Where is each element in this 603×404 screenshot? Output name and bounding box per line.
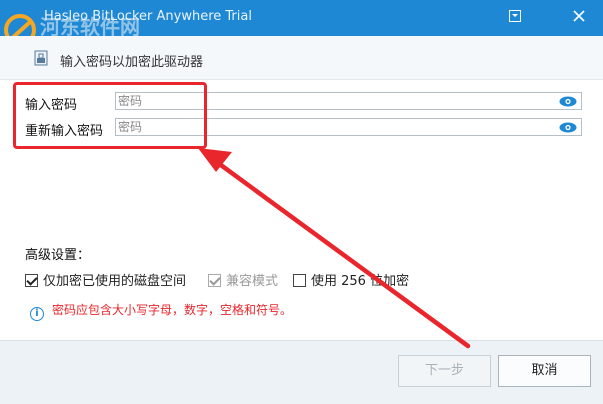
footer-bar: 下一步 取消 [0,340,603,404]
title-bar: Hasleo BitLocker Anywhere Trial [0,0,603,36]
show-password-eye-icon[interactable] [559,96,577,107]
option-compatible-mode: 兼容模式 [208,270,278,289]
annotation-highlight-box [13,82,207,149]
option-encrypt-used-space[interactable]: 仅加密已使用的磁盘空间 [25,270,186,289]
info-icon: i [30,307,44,321]
menu-button[interactable] [502,6,528,28]
close-button[interactable] [566,6,592,28]
option-256-bit[interactable]: 使用 256 位加密 [293,270,409,289]
compatible-mode-checkbox [208,274,221,287]
password-hint-text: 密码应包含大小写字母，数字，空格和符号。 [52,303,293,317]
next-button[interactable]: 下一步 [398,355,491,387]
use-256-bit-label: 使用 256 位加密 [311,274,410,289]
menu-dropdown-icon [509,10,521,22]
encrypt-used-space-checkbox[interactable] [25,274,38,287]
password-hint: i 密码应包含大小写字母，数字，空格和符号。 [30,301,292,321]
drive-lock-icon [34,50,48,66]
encrypt-used-space-label: 仅加密已使用的磁盘空间 [43,274,187,289]
show-confirm-password-eye-icon[interactable] [559,122,577,133]
compatible-mode-label: 兼容模式 [226,274,279,289]
use-256-bit-checkbox[interactable] [293,274,306,287]
header-text: 输入密码以加密此驱动器 [60,55,204,70]
page-header: 输入密码以加密此驱动器 [0,36,603,80]
cancel-button[interactable]: 取消 [498,355,591,387]
advanced-settings-title: 高级设置： [25,248,91,263]
close-icon [573,10,585,22]
window-title: Hasleo BitLocker Anywhere Trial [44,9,252,24]
